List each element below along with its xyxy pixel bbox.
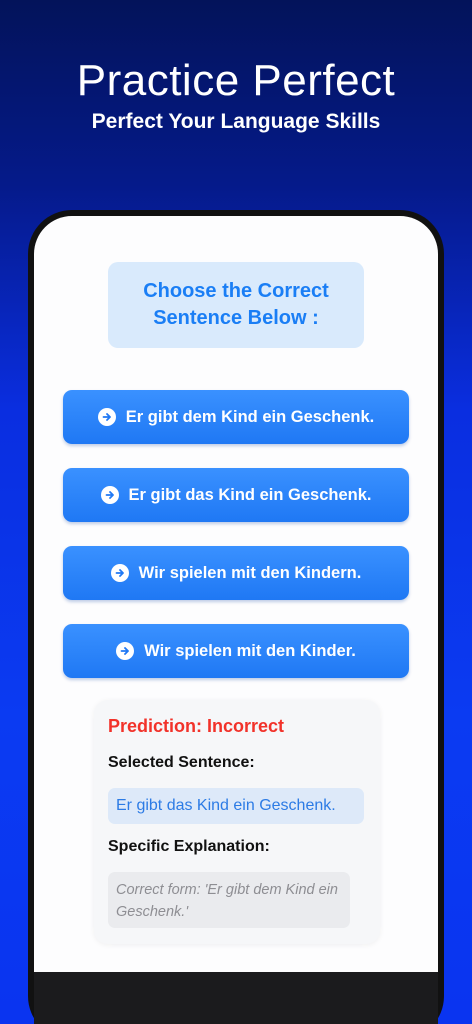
- explanation-label: Specific Explanation:: [108, 838, 270, 855]
- arrow-circle-right-icon: [97, 408, 116, 426]
- selected-sentence-label: Selected Sentence:: [108, 754, 255, 771]
- prediction-status: Prediction: Incorrect: [108, 716, 285, 736]
- arrow-circle-right-icon: [110, 564, 129, 582]
- page-subtitle: Perfect Your Language Skills: [91, 110, 381, 133]
- option-button-4[interactable]: Wir spielen mit den Kinder.: [63, 624, 409, 678]
- option-label: Er gibt das Kind ein Geschenk.: [128, 485, 372, 504]
- selected-sentence-value: Er gibt das Kind ein Geschenk.: [108, 788, 364, 824]
- option-label: Wir spielen mit den Kinder.: [144, 641, 356, 660]
- page-title: Practice Perfect: [76, 56, 396, 105]
- option-button-1[interactable]: Er gibt dem Kind ein Geschenk.: [63, 390, 409, 444]
- quiz-screen: Choose the Correct Sentence Below : Er g…: [34, 216, 438, 972]
- phone-frame: Choose the Correct Sentence Below : Er g…: [28, 210, 444, 1024]
- explanation-text: Correct form: 'Er gibt dem Kind ein Gesc…: [108, 872, 350, 928]
- arrow-circle-right-icon: [100, 486, 119, 504]
- screen-bottom-bar: [34, 972, 438, 1024]
- option-label: Er gibt dem Kind ein Geschenk.: [125, 407, 375, 426]
- question-prompt: Choose the Correct Sentence Below :: [108, 262, 364, 348]
- arrow-circle-right-icon: [116, 642, 135, 660]
- option-button-2[interactable]: Er gibt das Kind ein Geschenk.: [63, 468, 409, 522]
- option-label: Wir spielen mit den Kindern.: [138, 563, 362, 582]
- option-button-3[interactable]: Wir spielen mit den Kindern.: [63, 546, 409, 600]
- result-card: Prediction: Incorrect Selected Sentence:…: [94, 700, 380, 944]
